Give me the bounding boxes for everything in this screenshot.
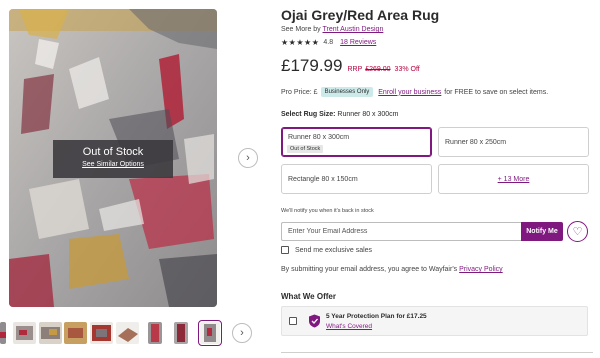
current-price: £179.99 <box>281 56 343 75</box>
pro-price-label: Pro Price: £ <box>281 88 318 96</box>
pro-price-row: Pro Price: £ Businesses Only Enroll your… <box>281 87 548 97</box>
see-similar-link[interactable]: See Similar Options <box>53 161 173 168</box>
protection-plan-box: 5 Year Protection Plan for £17.25 What's… <box>281 306 588 336</box>
rrp-label: RRP <box>347 66 363 73</box>
size-label-title: Select Rug Size: <box>281 111 336 118</box>
exclusive-sales-row[interactable]: Send me exclusive sales <box>281 246 372 254</box>
thumbnail[interactable] <box>64 322 87 344</box>
byline: See More by Trent Austin Design <box>281 26 383 33</box>
rating-row: ★★★★★ 4.8 18 Reviews <box>281 38 376 47</box>
out-of-stock-badge: Out of Stock <box>287 145 324 153</box>
size-option-label: Runner 80 x 250cm <box>445 139 507 146</box>
out-of-stock-overlay: Out of Stock See Similar Options <box>53 140 173 178</box>
size-option-label: Rectangle 80 x 150cm <box>288 176 358 183</box>
byline-prefix: See More by <box>281 26 323 33</box>
price-row: £179.99 RRP £269.00 33% Off <box>281 56 420 76</box>
protection-plan-checkbox[interactable] <box>289 317 297 325</box>
whats-covered-link[interactable]: What's Covered <box>326 323 372 330</box>
size-option-label: Runner 80 x 300cm <box>288 134 350 141</box>
size-option-runner-80x300[interactable]: Runner 80 x 300cm Out of Stock <box>281 127 432 157</box>
size-selected-value: Runner 80 x 300cm <box>337 111 399 118</box>
out-of-stock-label: Out of Stock <box>82 146 144 158</box>
product-main-image[interactable]: Out of Stock See Similar Options <box>9 9 217 307</box>
wishlist-button[interactable]: ♡ <box>567 221 588 242</box>
shield-check-icon <box>309 314 320 328</box>
divider <box>281 352 593 353</box>
next-image-button[interactable]: › <box>238 148 258 168</box>
size-option-rectangle-80x150[interactable]: Rectangle 80 x 150cm <box>281 164 432 194</box>
product-title: Ojai Grey/Red Area Rug <box>281 7 440 23</box>
chevron-right-icon: › <box>246 152 250 164</box>
discount-badge: 33% Off <box>394 66 420 73</box>
brand-link[interactable]: Trent Austin Design <box>323 26 384 33</box>
businesses-only-badge: Businesses Only <box>320 87 374 97</box>
rating-value: 4.8 <box>323 39 334 46</box>
chevron-right-icon: › <box>240 327 244 339</box>
pro-price-suffix: for FREE to save on select items. <box>444 88 549 96</box>
thumbnail[interactable] <box>39 322 62 344</box>
notify-me-button[interactable]: Notify Me <box>521 222 563 241</box>
thumbnail[interactable] <box>116 322 139 344</box>
more-sizes-button[interactable]: + 13 More <box>438 164 589 194</box>
privacy-policy-link[interactable]: Privacy Policy <box>459 266 503 273</box>
more-sizes-label: + 13 More <box>497 176 530 183</box>
protection-plan-text: 5 Year Protection Plan for £17.25 <box>326 313 427 320</box>
rrp-value: £269.00 <box>365 66 391 73</box>
email-input[interactable] <box>281 222 521 241</box>
notify-note: We'll notify you when it's back in stock <box>281 208 374 214</box>
size-label: Select Rug Size: Runner 80 x 300cm <box>281 111 399 118</box>
thumbnail-selected[interactable] <box>198 320 222 346</box>
heart-icon: ♡ <box>572 226 583 238</box>
size-option-runner-80x250[interactable]: Runner 80 x 250cm <box>438 127 589 157</box>
thumbnail[interactable] <box>13 322 36 344</box>
thumbnail[interactable] <box>174 322 188 344</box>
thumbnail[interactable] <box>148 322 162 344</box>
next-thumbnails-button[interactable]: › <box>232 323 252 343</box>
privacy-agreement: By submitting your email address, you ag… <box>281 266 503 273</box>
enroll-business-link[interactable]: Enroll your business <box>378 89 441 96</box>
what-we-offer-heading: What We Offer <box>281 292 336 301</box>
reviews-link[interactable]: 18 Reviews <box>340 39 376 46</box>
thumbnail[interactable] <box>90 322 113 344</box>
star-icons: ★★★★★ <box>281 38 320 47</box>
exclusive-sales-label: Send me exclusive sales <box>295 246 373 254</box>
exclusive-sales-checkbox[interactable] <box>281 246 289 254</box>
thumbnail[interactable] <box>0 322 6 344</box>
agreement-text: By submitting your email address, you ag… <box>281 266 458 273</box>
